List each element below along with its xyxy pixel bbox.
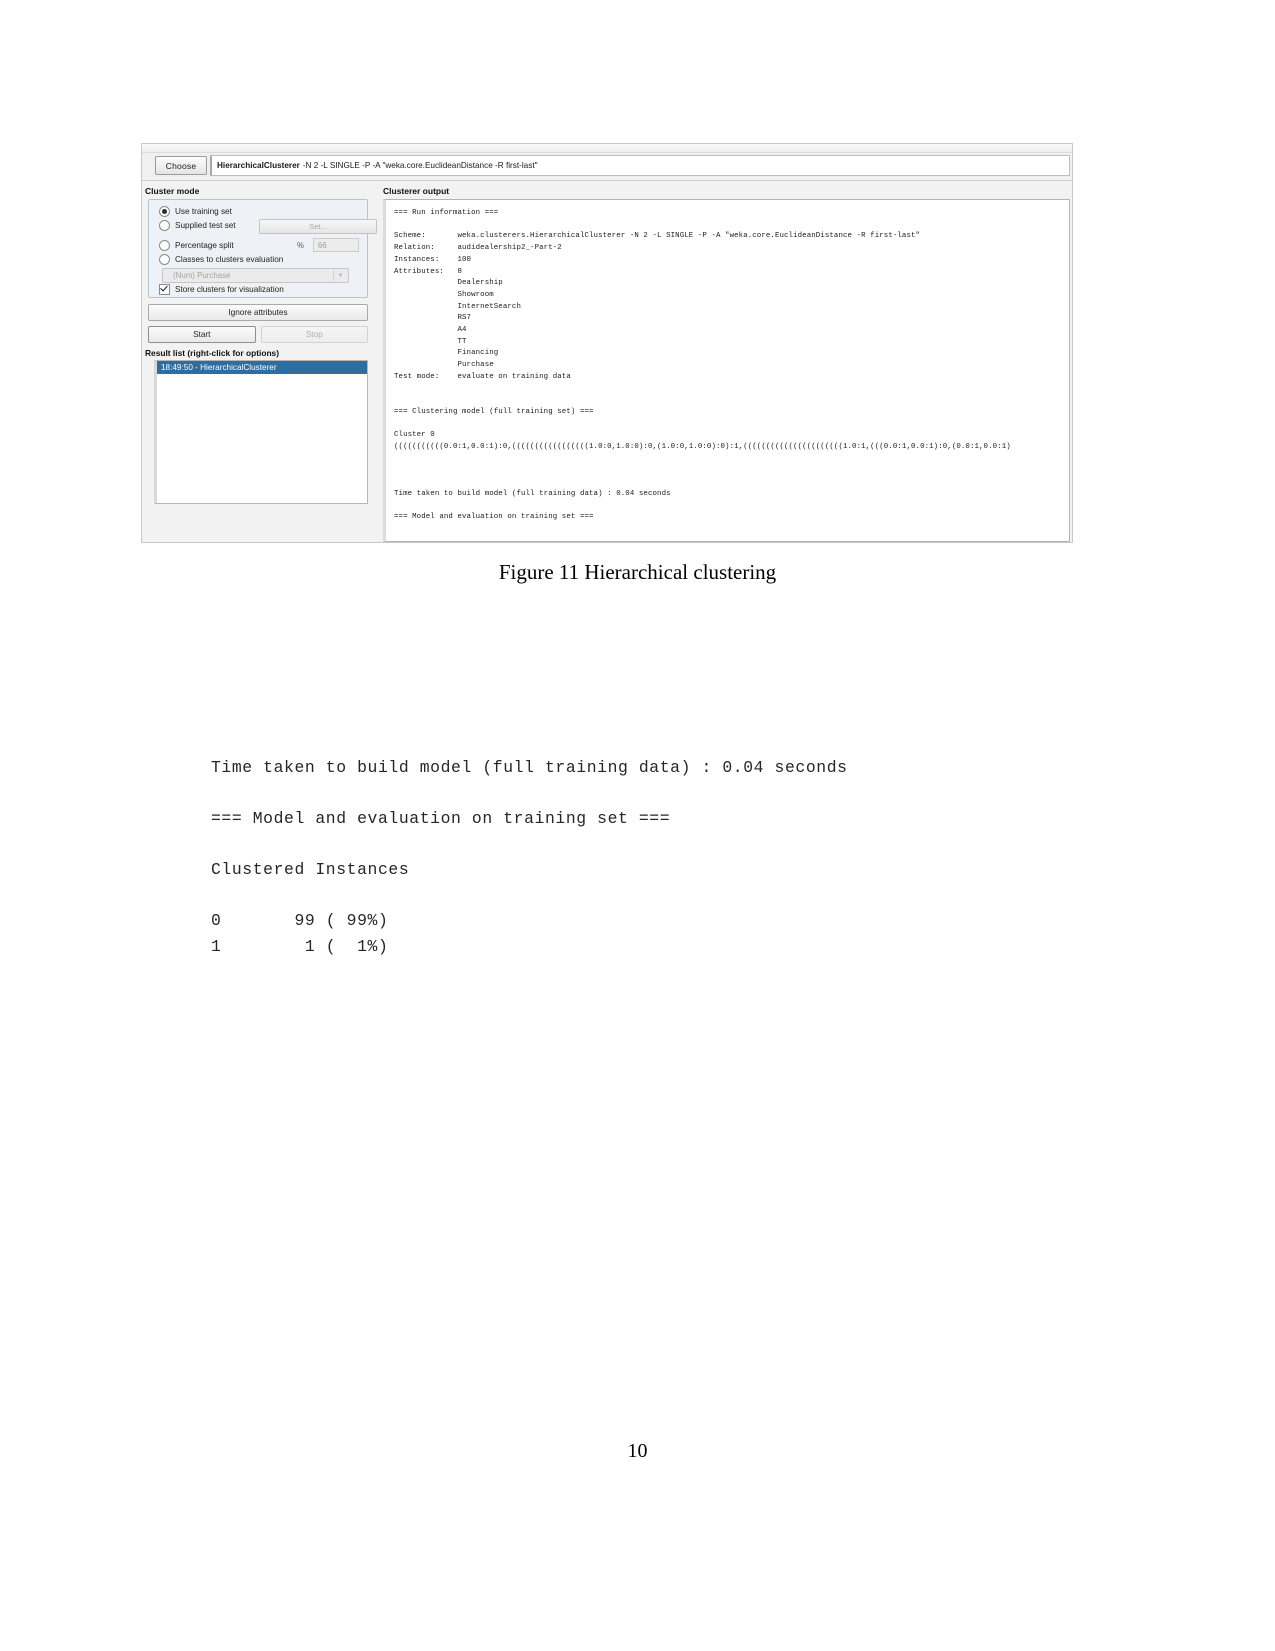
class-attribute-value: (Num) Purchase xyxy=(173,271,231,280)
result-list-title: Result list (right-click for options) xyxy=(145,348,280,358)
radio-percentage-split[interactable]: Percentage split xyxy=(159,240,234,251)
radio-use-training-set[interactable]: Use training set xyxy=(159,206,232,217)
checkbox-checked-icon xyxy=(159,284,170,295)
scheme-options-label: -N 2 -L SINGLE -P -A "weka.core.Euclidea… xyxy=(302,161,538,170)
start-button[interactable]: Start xyxy=(148,326,256,343)
weka-explorer-screenshot: Choose HierarchicalClusterer -N 2 -L SIN… xyxy=(141,143,1073,543)
radio-classes-to-clusters[interactable]: Classes to clusters evaluation xyxy=(159,254,283,265)
store-clusters-label: Store clusters for visualization xyxy=(175,285,284,294)
radio-label: Use training set xyxy=(175,207,232,216)
choose-button[interactable]: Choose xyxy=(155,156,207,175)
radio-label: Percentage split xyxy=(175,241,234,250)
page-number: 10 xyxy=(627,1440,648,1462)
stop-button: Stop xyxy=(260,326,368,343)
chevron-down-icon: ▼ xyxy=(333,270,347,281)
store-clusters-checkbox-row[interactable]: Store clusters for visualization xyxy=(159,284,284,295)
scheme-display-field[interactable]: HierarchicalClusterer -N 2 -L SINGLE -P … xyxy=(210,155,1070,176)
evaluation-excerpt-text: Time taken to build model (full training… xyxy=(211,758,848,956)
radio-label: Classes to clusters evaluation xyxy=(175,255,284,264)
clusterer-output-title: Clusterer output xyxy=(383,186,450,196)
percent-symbol-label: % xyxy=(297,241,304,250)
result-list[interactable]: 18:49:50 - HierarchicalClusterer xyxy=(154,360,368,504)
class-attribute-combobox[interactable]: (Num) Purchase ▼ xyxy=(162,268,349,283)
ignore-attributes-button[interactable]: Ignore attributes xyxy=(148,304,368,321)
radio-supplied-test-set[interactable]: Supplied test set xyxy=(159,220,236,231)
cluster-mode-group: Use training set Supplied test set Set..… xyxy=(148,199,377,298)
radio-off-icon xyxy=(159,254,170,265)
list-item[interactable]: 18:49:50 - HierarchicalClusterer xyxy=(157,361,367,374)
radio-off-icon xyxy=(159,240,170,251)
classifier-chooser-row: Choose HierarchicalClusterer -N 2 -L SIN… xyxy=(142,153,1072,178)
percentage-split-input[interactable]: 66 xyxy=(313,238,359,252)
clusterer-output-area[interactable]: === Run information === Scheme: weka.clu… xyxy=(383,199,1070,542)
cluster-mode-title: Cluster mode xyxy=(145,186,200,196)
window-top-strip xyxy=(142,144,1072,153)
left-panel: Cluster mode Use training set Supplied t… xyxy=(142,185,377,542)
right-panel: Clusterer output === Run information ===… xyxy=(376,185,1072,542)
radio-label: Supplied test set xyxy=(175,221,236,230)
clusterer-output-text: === Run information === Scheme: weka.clu… xyxy=(394,209,1011,522)
toolbar-divider xyxy=(142,180,1072,181)
radio-on-icon xyxy=(159,206,170,217)
start-stop-button-group: Start Stop xyxy=(148,326,368,343)
radio-off-icon xyxy=(159,220,170,231)
set-test-set-button[interactable]: Set... xyxy=(259,219,377,234)
figure-caption: Figure 11 Hierarchical clustering xyxy=(498,560,777,584)
scheme-name-label: HierarchicalClusterer xyxy=(217,161,300,170)
